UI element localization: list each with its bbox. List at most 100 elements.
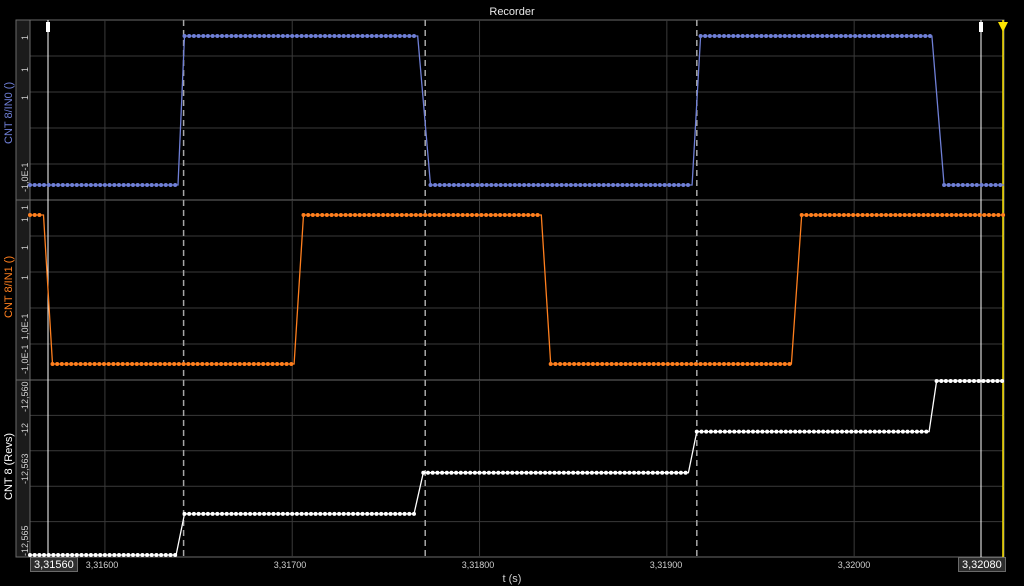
panel-revs-sample-point [168, 553, 173, 557]
panel-revs-sample-point [613, 470, 618, 475]
panel-in0-sample-point [993, 183, 998, 187]
panel-in1-sample-point [371, 213, 376, 217]
panel-in0-sample-point [102, 183, 107, 187]
in0-ytick: 1 [20, 94, 30, 100]
panel-in0-sample-point [885, 34, 890, 38]
panel-revs-sample-point [519, 470, 524, 475]
x-end-label[interactable]: 3,32080 [958, 557, 1006, 572]
panel-revs-sample-point [872, 429, 877, 434]
panel-in0-sample-point [820, 34, 825, 38]
panel-in1-sample-point [722, 362, 726, 366]
panel-in1-sample-point [390, 213, 395, 217]
panel-revs-sample-point [718, 429, 723, 434]
panel-in0-sample-point [393, 34, 398, 38]
panel-in1-sample-point [214, 362, 219, 366]
panel-revs-sample-point [458, 470, 463, 475]
panel-in0-sample-point [131, 183, 135, 187]
panel-in1-sample-point [493, 213, 498, 217]
panel-revs-sample-point [407, 511, 412, 516]
panel-in1-sample-point [670, 362, 675, 366]
panel-in1-sample-point [698, 362, 703, 366]
panel-in0-sample-point [46, 183, 51, 187]
panel-in0-sample-point [365, 34, 370, 38]
panel-revs-sample-point [126, 553, 131, 557]
panel-revs-sample-point [215, 511, 220, 516]
panel-revs-sample-point [877, 429, 882, 434]
x-start-label[interactable]: 3,31560 [30, 557, 78, 572]
panel-revs-sample-point [958, 379, 962, 383]
panel-in0-sample-point [79, 183, 84, 187]
panel-revs-sample-point [793, 429, 798, 434]
panel-in0-sample-point [341, 34, 346, 38]
panel-in1-sample-point [78, 362, 83, 366]
panel-in1-sample-point [320, 213, 325, 217]
panel-in1-sample-point [451, 213, 456, 217]
panel-revs-sample-point [318, 511, 323, 516]
panel-in0-sample-point [750, 34, 755, 38]
panel-revs-sample-point [337, 511, 342, 516]
panel-revs-sample-point [374, 511, 379, 516]
panel-in1-sample-point [595, 362, 600, 366]
panel-revs-sample-point [365, 511, 370, 516]
panel-revs-sample-point [737, 429, 741, 434]
panel-in1-sample-point [125, 362, 130, 366]
panel-in0-series-line [30, 35, 1004, 186]
panel-in1-sample-point [498, 213, 503, 217]
panel-in0-sample-point [970, 183, 975, 187]
panel-in0-sample-point [383, 34, 388, 38]
panel-in0-sample-point [536, 183, 541, 187]
panel-revs-sample-point [135, 553, 140, 557]
panel-in1-sample-point [778, 362, 783, 366]
panel-in0-sample-point [731, 34, 736, 38]
panel-in1-sample-point [465, 213, 470, 217]
panel-in1-sample-point [343, 213, 348, 217]
panel-in0-sample-point [639, 183, 644, 187]
panel-revs-sample-point [896, 429, 901, 434]
panel-revs-sample-point [882, 429, 887, 434]
panel-revs-sample-point [683, 470, 688, 475]
panel-revs-sample-point [986, 379, 991, 383]
panel-in0-sample-point [407, 34, 412, 38]
panel-in0-sample-point [564, 183, 569, 187]
panel-in1-sample-point [209, 362, 214, 366]
panel-in1-sample-point [144, 362, 149, 366]
panel-in1-sample-point [526, 213, 531, 217]
panel-revs-sample-point [821, 429, 826, 434]
panel-revs-sample-point [811, 429, 816, 434]
panel-revs-sample-point [149, 553, 154, 557]
panel-in0-sample-point [829, 34, 834, 38]
panel-revs-sample-point [741, 429, 746, 434]
panel-in1-sample-point [310, 213, 315, 217]
panel-in0-sample-point [51, 183, 56, 187]
panel-in1-sample-point [315, 213, 320, 217]
panel-in1-sample-point [973, 213, 977, 217]
panel-in0-sample-point [433, 183, 438, 187]
panel-in0-sample-point [309, 34, 313, 38]
panel-in1-sample-point [935, 213, 940, 217]
panel-in1-sample-point [893, 213, 898, 217]
panel-in0-sample-point [271, 34, 276, 38]
panel-in1-sample-point [275, 362, 280, 366]
panel-in0-sample-point [360, 34, 365, 38]
panel-revs-sample-point [732, 429, 737, 434]
panel-revs-sample-point [88, 553, 93, 557]
panel-in0-sample-point [299, 34, 304, 38]
panel-revs-sample-point [220, 511, 224, 516]
in0-ytick: 1 [20, 34, 30, 40]
recorder-plot[interactable] [0, 0, 1024, 586]
panel-revs-sample-point [360, 511, 365, 516]
panel-in0-sample-point [984, 183, 989, 187]
panel-in1-sample-point [270, 362, 275, 366]
panel-revs-sample-point [229, 511, 234, 516]
panel-revs-sample-point [914, 429, 919, 434]
panel-in1-sample-point [740, 362, 745, 366]
panel-in0-sample-point [554, 183, 559, 187]
panel-revs-sample-point [369, 511, 374, 516]
panel-revs-sample-point [440, 470, 445, 475]
panel-in1-sample-point [102, 362, 106, 366]
panel-in0-sample-point [229, 34, 234, 38]
panel-in1-sample-point [921, 213, 926, 217]
panel-revs-sample-point [995, 379, 1000, 383]
panel-in1-sample-point [423, 213, 428, 217]
panel-in1-sample-point [731, 362, 736, 366]
